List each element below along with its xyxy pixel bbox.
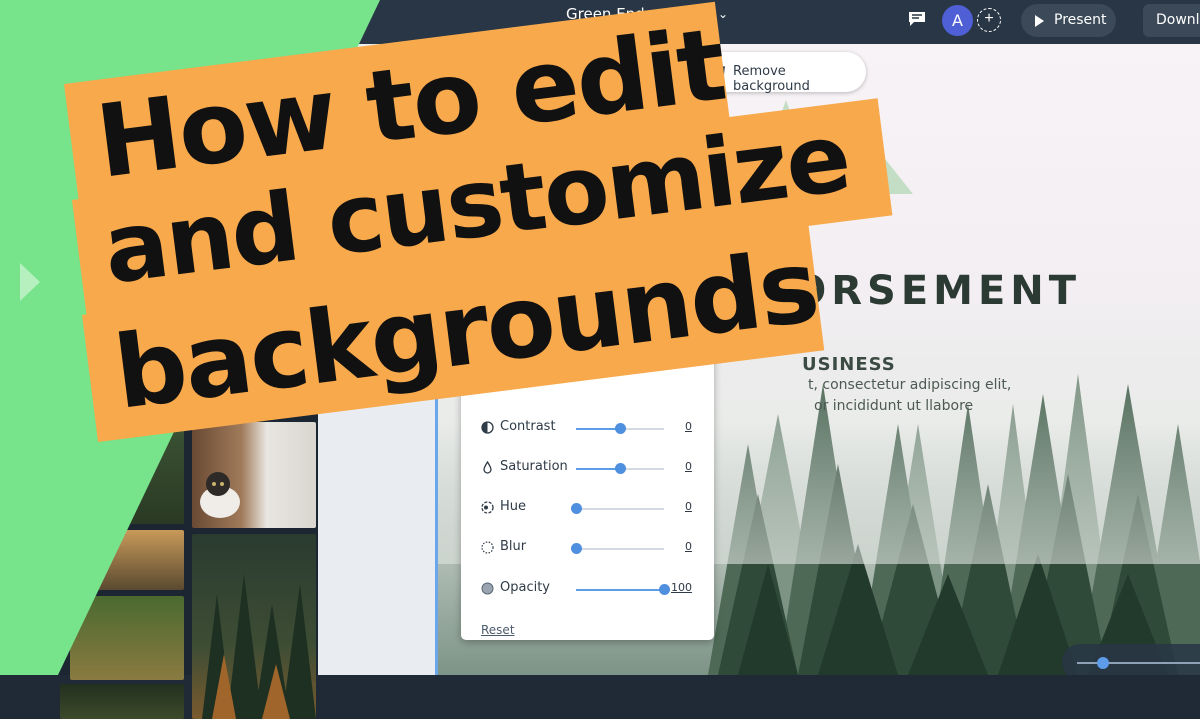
filter-row-opacity: Opacity 100: [461, 577, 714, 601]
download-button[interactable]: Download: [1143, 4, 1200, 37]
droplet-icon: [483, 461, 492, 474]
filter-preset-thumbnail[interactable]: [535, 156, 583, 188]
flip-tab[interactable]: Fli: [526, 64, 541, 79]
filter-label: Saturation: [500, 459, 568, 474]
chevron-down-icon[interactable]: ⌄: [718, 7, 728, 21]
filter-slider-fill: [576, 589, 664, 591]
filter-presets: [481, 150, 693, 188]
play-arrow-icon: [20, 263, 40, 301]
filter-slider-handle[interactable]: [615, 423, 626, 434]
image-library-panel: [0, 44, 318, 719]
filter-row-contrast: Contrast 0: [461, 416, 714, 440]
hue-icon: [481, 501, 494, 514]
filter-preset-thumbnail[interactable]: [481, 156, 529, 188]
filter-tab[interactable]: Filter: [467, 52, 517, 92]
document-author: By Alain: [666, 23, 715, 37]
filter-preset-thumbnail[interactable]: [643, 156, 691, 188]
filter-slider-track[interactable]: [576, 548, 664, 550]
filter-slider-handle[interactable]: [571, 543, 582, 554]
tree-logo: [753, 100, 913, 194]
filter-slider-handle[interactable]: [659, 584, 670, 595]
add-collaborator-icon[interactable]: +: [977, 8, 1001, 32]
slide-subheading[interactable]: USINESS: [802, 354, 896, 375]
slide-body-line[interactable]: t, consectetur adipiscing elit,: [808, 377, 1011, 393]
filter-row-hue: Hue 0: [461, 496, 714, 520]
filter-label: Blur: [500, 539, 527, 554]
filter-value[interactable]: 100: [671, 581, 692, 594]
background-tab[interactable]: Background: [386, 64, 464, 79]
filter-label: Hue: [500, 499, 527, 514]
slide-body-line[interactable]: or incididunt ut llabore: [814, 398, 973, 414]
cat-photo: [200, 472, 240, 518]
filter-slider-track[interactable]: [576, 508, 664, 510]
remove-background-button[interactable]: Remove background: [733, 64, 866, 94]
zoom-slider[interactable]: [1062, 644, 1200, 675]
image-thumbnail[interactable]: [90, 530, 184, 590]
filter-slider-handle[interactable]: [571, 503, 582, 514]
layers-column: [318, 44, 438, 675]
trash-icon[interactable]: [714, 64, 726, 80]
image-thumbnail[interactable]: [192, 304, 316, 414]
image-thumbnail[interactable]: [120, 424, 184, 524]
filter-value[interactable]: 0: [685, 460, 692, 473]
image-thumbnail[interactable]: [192, 534, 316, 719]
blur-icon: [481, 541, 494, 554]
top-bar: Green Endorsement ⌄ By Alain A + Present …: [0, 0, 1200, 44]
zoom-handle[interactable]: [1096, 657, 1109, 669]
contrast-icon: [481, 421, 494, 434]
filter-row-saturation: Saturation 0: [461, 456, 714, 480]
filter-panel: Contrast 0 Saturation 0 Hue 0 Blur 0 Opacity 100 …: [461, 150, 714, 640]
zoom-track: [1077, 662, 1200, 664]
toolbar-divider: [373, 60, 374, 84]
document-title[interactable]: Green Endorsement ⌄: [566, 5, 728, 23]
play-icon: [1035, 15, 1044, 27]
image-toolbar: Background Filter Fli Remove background: [334, 52, 866, 94]
opacity-icon: [481, 582, 494, 595]
forest-photo: [202, 574, 316, 719]
filter-slider-fill: [576, 468, 620, 470]
filter-value[interactable]: 0: [685, 420, 692, 433]
filter-label: Contrast: [500, 419, 556, 434]
comment-icon[interactable]: [908, 11, 926, 27]
filter-row-blur: Blur 0: [461, 536, 714, 560]
filter-slider-handle[interactable]: [615, 463, 626, 474]
filter-value[interactable]: 0: [685, 540, 692, 553]
image-thumbnail[interactable]: [70, 596, 184, 680]
filter-preset-thumbnail[interactable]: [589, 156, 637, 188]
image-thumbnail[interactable]: [192, 422, 316, 528]
slide-headline[interactable]: DORSEMENT: [754, 268, 1081, 314]
filter-slider-fill: [576, 428, 620, 430]
reset-link[interactable]: Reset: [481, 623, 515, 637]
filter-label: Opacity: [500, 580, 551, 595]
image-thumbnail[interactable]: [60, 684, 184, 719]
filter-value[interactable]: 0: [685, 500, 692, 513]
avatar[interactable]: A: [942, 5, 973, 36]
present-button[interactable]: Present: [1021, 4, 1116, 37]
target-icon[interactable]: [342, 64, 358, 80]
